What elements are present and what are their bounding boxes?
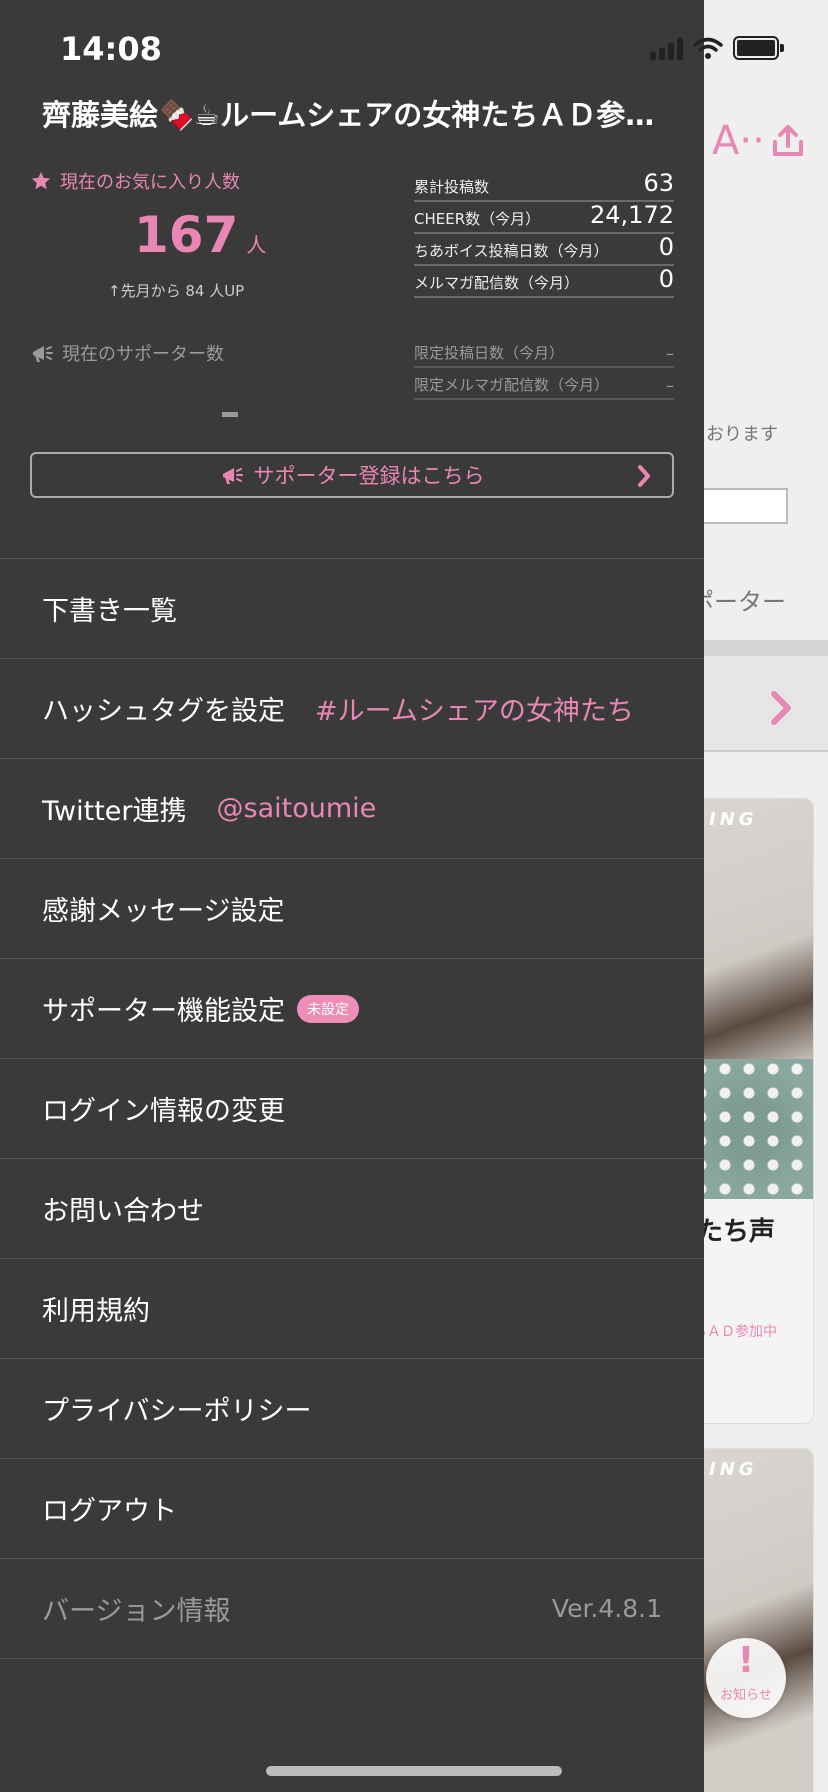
stat-label: 限定投稿日数（今月） [414,344,565,362]
menu-item-login-info[interactable]: ログイン情報の変更 [0,1059,704,1159]
menu-item-label: 利用規約 [42,1296,150,1327]
stat-value: – [666,376,674,395]
stat-value: 0 [658,233,674,261]
side-drawer: 齊藤美絵🍫☕ルームシェアの女神たちＡＤ参… 現在のお気に入り人数 167 人 ↑先… [0,0,704,1792]
content-card[interactable]: ING [690,1448,814,1792]
star-icon [31,171,51,190]
signal-icon [650,36,683,60]
menu-item-supporter-settings[interactable]: サポーター機能設定 未設定 [0,959,704,1059]
menu-item-label: サポーター機能設定 [42,996,285,1027]
card-tag: ちＡＤ参加中 [693,1324,777,1340]
stat-row: ちあボイス投稿日数（今月） 0 [414,233,674,266]
stat-row: CHEER数（今月） 24,172 [414,201,674,234]
stat-row: 限定メルマガ配信数（今月） – [414,368,674,400]
stats-table: 累計投稿数 63 CHEER数（今月） 24,172 ちあボイス投稿日数（今月）… [414,169,674,298]
home-indicator [266,1766,562,1776]
content-card[interactable]: ING たち声 ちＡＤ参加中 [690,798,814,1424]
exclamation-icon: ! [737,1640,755,1681]
limited-stats-table: 限定投稿日数（今月） – 限定メルマガ配信数（今月） – [414,336,674,400]
menu-item-drafts[interactable]: 下書き一覧 [0,559,704,659]
card-title: たち声 [697,1217,776,1247]
menu-item-twitter[interactable]: Twitter連携 @saitoumie [0,759,704,859]
battery-icon [733,36,784,60]
card-label: ING [709,1459,758,1480]
menu-item-label: ハッシュタグを設定 [42,696,285,727]
menu-item-label: 感謝メッセージ設定 [42,896,285,927]
twitter-handle: @saitoumie [216,793,377,824]
chevron-right-icon [638,465,650,487]
status-bar: 14:08 [0,0,828,100]
notification-label: お知らせ [720,1688,772,1703]
stat-value: – [666,344,674,363]
menu-item-version: バージョン情報 Ver.4.8.1 [0,1559,704,1659]
menu-item-logout[interactable]: ログアウト [0,1459,704,1559]
drawer-menu: 下書き一覧 ハッシュタグを設定 #ルームシェアの女神たち Twitter連携 @… [0,558,704,1659]
status-icons [650,36,784,60]
supporters-empty-value [222,412,238,417]
favorites-change: ↑先月から 84 人UP [108,282,245,300]
status-time: 14:08 [60,30,162,68]
favorites-count: 167 人 [134,206,266,264]
menu-item-contact[interactable]: お問い合わせ [0,1159,704,1259]
menu-item-terms[interactable]: 利用規約 [0,1259,704,1359]
megaphone-icon [33,346,53,362]
chevron-right-icon [771,691,791,725]
menu-item-label: Twitter連携 [42,796,187,827]
favorites-label-text: 現在のお気に入り人数 [60,172,240,193]
notification-button[interactable]: ! お知らせ [706,1638,786,1718]
supporter-register-label: サポーター登録はこちら [253,464,485,488]
favorites-label: 現在のお気に入り人数 [30,168,240,194]
favorites-unit: 人 [246,233,267,257]
stat-label: ちあボイス投稿日数（今月） [414,242,609,260]
menu-item-label: 下書き一覧 [42,596,177,627]
background-text: おります [706,424,778,445]
supporter-register-button[interactable]: サポーター登録はこちら [30,452,674,498]
stat-row: 限定投稿日数（今月） – [414,336,674,368]
header-actions: A·· [712,118,805,164]
card-photo-pattern [691,1059,813,1199]
stat-label: メルマガ配信数（今月） [414,274,580,292]
status-badge: 未設定 [297,994,359,1023]
stat-label: CHEER数（今月） [414,210,541,228]
version-label: バージョン情報 [42,1596,231,1627]
menu-item-privacy[interactable]: プライバシーポリシー [0,1359,704,1459]
stat-value: 63 [643,169,674,197]
hashtag-value: #ルームシェアの女神たち [315,696,634,727]
supporters-label-text: 現在のサポーター数 [62,344,224,365]
menu-item-label: お問い合わせ [42,1196,204,1227]
menu-item-label: プライバシーポリシー [42,1396,312,1427]
card-label: ING [709,809,758,830]
megaphone-icon [222,468,243,484]
card-photo [691,1449,813,1792]
share-icon[interactable] [771,124,805,158]
stat-label: 累計投稿数 [414,178,490,196]
background-tab[interactable]: ポーター [690,582,786,617]
wifi-icon [693,37,723,59]
menu-item-label: ログアウト [42,1496,177,1527]
stat-value: 0 [658,265,674,293]
menu-item-hashtag[interactable]: ハッシュタグを設定 #ルームシェアの女神たち [0,659,704,759]
stat-row: メルマガ配信数（今月） 0 [414,265,674,298]
header-glyph: A·· [712,118,765,164]
menu-item-label: ログイン情報の変更 [42,1096,285,1127]
menu-item-thanks-message[interactable]: 感謝メッセージ設定 [0,859,704,959]
version-value: Ver.4.8.1 [551,1594,662,1623]
favorites-number: 167 [134,206,239,264]
stat-label: 限定メルマガ配信数（今月） [414,376,610,394]
supporters-label: 現在のサポーター数 [30,340,224,366]
stat-row: 累計投稿数 63 [414,169,674,202]
stat-value: 24,172 [590,201,674,229]
